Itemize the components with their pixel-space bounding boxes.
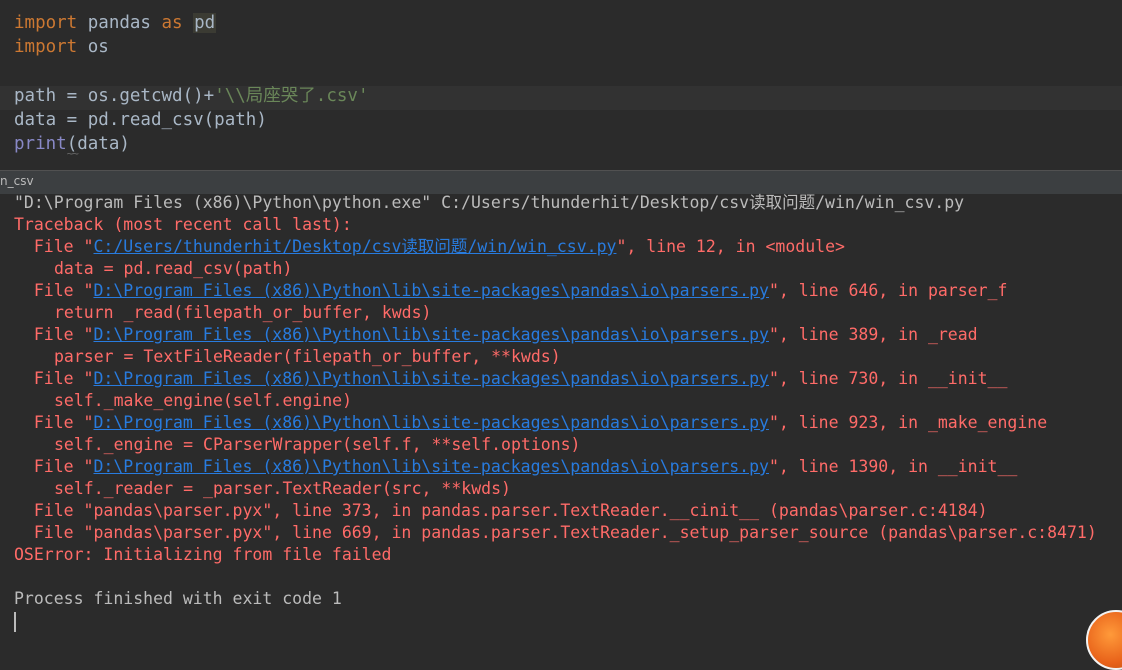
file-link[interactable]: D:\Program Files (x86)\Python\lib\site-p…: [93, 369, 769, 388]
frame-location: ", line 923, in _make_engine: [769, 413, 1048, 432]
file-link[interactable]: D:\Program Files (x86)\Python\lib\site-p…: [93, 281, 769, 300]
module-name: os: [77, 37, 109, 57]
traceback-frame: File "D:\Program Files (x86)\Python\lib\…: [14, 457, 1018, 476]
frame-code: self._make_engine(self.engine): [54, 391, 353, 410]
console-command: "D:\Program Files (x86)\Python\python.ex…: [14, 193, 965, 212]
code-line-5[interactable]: data = pd.read_csv(path): [14, 108, 267, 132]
traceback-frame: File "D:\Program Files (x86)\Python\lib\…: [14, 281, 1008, 300]
keyword-as: as: [161, 13, 183, 33]
traceback-frame: File "C:/Users/thunderhit/Desktop/csv读取问…: [14, 237, 845, 256]
traceback-frame-pyx: File "pandas\parser.pyx", line 669, in p…: [14, 523, 1097, 542]
exit-message: Process finished with exit code 1: [14, 589, 342, 608]
traceback-frame: File "D:\Program Files (x86)\Python\lib\…: [14, 369, 1008, 388]
frame-code: parser = TextFileReader(filepath_or_buff…: [54, 347, 561, 366]
code-line-4[interactable]: path = os.getcwd()+'\\局座哭了.csv': [14, 84, 368, 108]
traceback-frame: File "D:\Program Files (x86)\Python\lib\…: [14, 325, 978, 344]
frame-code: data = pd.read_csv(path): [54, 259, 293, 278]
file-link[interactable]: C:/Users/thunderhit/Desktop/csv读取问题/win/…: [93, 237, 616, 256]
code-line-2[interactable]: import os: [14, 35, 109, 59]
alias-name: pd: [193, 13, 217, 33]
frame-location: ", line 730, in __init__: [769, 369, 1008, 388]
code-line-6[interactable]: print(data): [14, 132, 130, 166]
error-message: OSError: Initializing from file failed: [14, 545, 392, 564]
keyword-import: import: [14, 13, 78, 33]
traceback-header: Traceback (most recent call last):: [14, 215, 352, 234]
builtin-print: print: [14, 134, 67, 154]
run-tab[interactable]: n_csv: [0, 174, 34, 188]
code-editor[interactable]: import pandas as pd import os path = os.…: [0, 0, 1122, 170]
frame-location: ", line 12, in <module>: [616, 237, 845, 256]
frame-code: self._reader = _parser.TextReader(src, *…: [54, 479, 511, 498]
traceback-frame-pyx: File "pandas\parser.pyx", line 373, in p…: [14, 501, 988, 520]
file-link[interactable]: D:\Program Files (x86)\Python\lib\site-p…: [93, 457, 769, 476]
traceback-frame: File "D:\Program Files (x86)\Python\lib\…: [14, 413, 1048, 432]
run-console[interactable]: "D:\Program Files (x86)\Python\python.ex…: [0, 193, 1122, 632]
frame-location: ", line 389, in _read: [769, 325, 978, 344]
module-name: pandas: [77, 13, 162, 33]
code-text: path = os.getcwd()+: [14, 86, 215, 106]
frame-code: self._engine = CParserWrapper(self.f, **…: [54, 435, 581, 454]
file-link[interactable]: D:\Program Files (x86)\Python\lib\site-p…: [93, 325, 769, 344]
code-line-1[interactable]: import pandas as pd: [14, 11, 217, 35]
frame-location: ", line 646, in parser_f: [769, 281, 1008, 300]
frame-location: ", line 1390, in __init__: [769, 457, 1018, 476]
print-args: (data): [67, 132, 130, 166]
string-literal: '\\局座哭了.csv': [214, 86, 369, 106]
keyword-import: import: [14, 37, 78, 57]
frame-code: return _read(filepath_or_buffer, kwds): [54, 303, 432, 322]
file-link[interactable]: D:\Program Files (x86)\Python\lib\site-p…: [93, 413, 769, 432]
text-cursor: [14, 612, 16, 632]
